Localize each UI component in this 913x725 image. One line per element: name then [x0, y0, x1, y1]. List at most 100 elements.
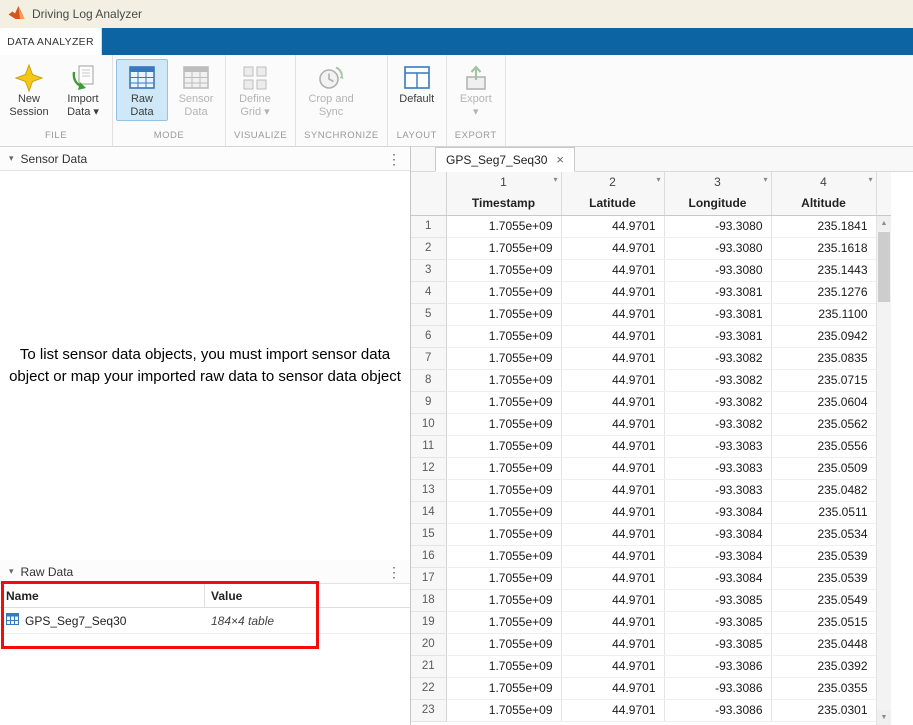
- table-cell[interactable]: 1.7055e+09: [446, 655, 561, 677]
- table-cell[interactable]: 44.9701: [561, 435, 664, 457]
- collapse-arrow-icon[interactable]: ▾: [9, 566, 14, 577]
- table-cell[interactable]: 1.7055e+09: [446, 281, 561, 303]
- table-row[interactable]: 11.7055e+0944.9701-93.3080235.1841: [411, 215, 876, 237]
- row-number[interactable]: 12: [411, 457, 446, 479]
- table-cell[interactable]: -93.3082: [664, 391, 771, 413]
- column-name-timestamp[interactable]: Timestamp: [446, 192, 561, 215]
- table-cell[interactable]: 44.9701: [561, 413, 664, 435]
- table-cell[interactable]: 235.1443: [771, 259, 876, 281]
- export-button[interactable]: Export ▾: [450, 59, 502, 121]
- table-cell[interactable]: -93.3082: [664, 369, 771, 391]
- table-row[interactable]: 171.7055e+0944.9701-93.3084235.0539: [411, 567, 876, 589]
- scrollbar-up-icon[interactable]: ▲: [877, 216, 891, 231]
- row-number[interactable]: 15: [411, 523, 446, 545]
- table-cell[interactable]: 235.0515: [771, 611, 876, 633]
- row-number[interactable]: 7: [411, 347, 446, 369]
- table-cell[interactable]: 1.7055e+09: [446, 633, 561, 655]
- vertical-scrollbar[interactable]: ▲ ▼: [876, 216, 891, 725]
- sensor-data-button[interactable]: Sensor Data: [170, 59, 222, 121]
- table-cell[interactable]: -93.3081: [664, 303, 771, 325]
- table-cell[interactable]: 1.7055e+09: [446, 391, 561, 413]
- table-cell[interactable]: 44.9701: [561, 325, 664, 347]
- column-header-2[interactable]: 2▾: [561, 172, 664, 192]
- table-cell[interactable]: -93.3086: [664, 677, 771, 699]
- table-row[interactable]: 191.7055e+0944.9701-93.3085235.0515: [411, 611, 876, 633]
- table-cell[interactable]: 1.7055e+09: [446, 259, 561, 281]
- table-cell[interactable]: -93.3085: [664, 633, 771, 655]
- document-tab-gps[interactable]: GPS_Seg7_Seq30 ×: [435, 147, 575, 172]
- table-cell[interactable]: 235.0509: [771, 457, 876, 479]
- table-cell[interactable]: -93.3084: [664, 501, 771, 523]
- table-cell[interactable]: 235.1276: [771, 281, 876, 303]
- table-row[interactable]: 141.7055e+0944.9701-93.3084235.0511: [411, 501, 876, 523]
- scrollbar-down-icon[interactable]: ▼: [877, 710, 891, 725]
- row-number[interactable]: 10: [411, 413, 446, 435]
- table-cell[interactable]: 1.7055e+09: [446, 369, 561, 391]
- table-cell[interactable]: 235.0835: [771, 347, 876, 369]
- define-grid-button[interactable]: Define Grid ▾: [229, 59, 281, 121]
- crop-and-sync-button[interactable]: Crop and Sync: [299, 59, 363, 121]
- table-cell[interactable]: 44.9701: [561, 303, 664, 325]
- table-cell[interactable]: 44.9701: [561, 545, 664, 567]
- table-cell[interactable]: 235.0301: [771, 699, 876, 721]
- table-cell[interactable]: 44.9701: [561, 567, 664, 589]
- table-cell[interactable]: 235.0549: [771, 589, 876, 611]
- column-dropdown-icon[interactable]: ▾: [656, 175, 660, 184]
- table-row[interactable]: 131.7055e+0944.9701-93.3083235.0482: [411, 479, 876, 501]
- table-cell[interactable]: 44.9701: [561, 391, 664, 413]
- table-cell[interactable]: 44.9701: [561, 479, 664, 501]
- table-cell[interactable]: 44.9701: [561, 457, 664, 479]
- row-number[interactable]: 18: [411, 589, 446, 611]
- table-cell[interactable]: 1.7055e+09: [446, 501, 561, 523]
- table-cell[interactable]: 1.7055e+09: [446, 303, 561, 325]
- import-data-button[interactable]: Import Data ▾: [57, 59, 109, 121]
- row-number[interactable]: 22: [411, 677, 446, 699]
- table-cell[interactable]: 1.7055e+09: [446, 237, 561, 259]
- table-cell[interactable]: 235.0355: [771, 677, 876, 699]
- table-cell[interactable]: 44.9701: [561, 347, 664, 369]
- table-cell[interactable]: 235.0539: [771, 545, 876, 567]
- table-cell[interactable]: 235.1618: [771, 237, 876, 259]
- table-row[interactable]: 81.7055e+0944.9701-93.3082235.0715: [411, 369, 876, 391]
- table-cell[interactable]: -93.3086: [664, 655, 771, 677]
- panel-menu-icon[interactable]: ⋮: [387, 152, 401, 166]
- row-number[interactable]: 4: [411, 281, 446, 303]
- table-cell[interactable]: 44.9701: [561, 699, 664, 721]
- table-cell[interactable]: -93.3083: [664, 479, 771, 501]
- panel-menu-icon[interactable]: ⋮: [387, 565, 401, 579]
- table-cell[interactable]: 44.9701: [561, 237, 664, 259]
- table-cell[interactable]: 235.1100: [771, 303, 876, 325]
- table-cell[interactable]: 44.9701: [561, 259, 664, 281]
- table-row[interactable]: 201.7055e+0944.9701-93.3085235.0448: [411, 633, 876, 655]
- column-header-3[interactable]: 3▾: [664, 172, 771, 192]
- table-row[interactable]: 211.7055e+0944.9701-93.3086235.0392: [411, 655, 876, 677]
- table-row[interactable]: 161.7055e+0944.9701-93.3084235.0539: [411, 545, 876, 567]
- table-cell[interactable]: 1.7055e+09: [446, 589, 561, 611]
- table-cell[interactable]: 1.7055e+09: [446, 413, 561, 435]
- column-name-altitude[interactable]: Altitude: [771, 192, 876, 215]
- table-cell[interactable]: 235.0604: [771, 391, 876, 413]
- default-layout-button[interactable]: Default: [391, 59, 443, 108]
- row-number[interactable]: 20: [411, 633, 446, 655]
- row-number[interactable]: 8: [411, 369, 446, 391]
- table-cell[interactable]: -93.3080: [664, 259, 771, 281]
- column-dropdown-icon[interactable]: ▾: [868, 175, 872, 184]
- table-cell[interactable]: -93.3080: [664, 215, 771, 237]
- table-cell[interactable]: 1.7055e+09: [446, 699, 561, 721]
- table-row[interactable]: 91.7055e+0944.9701-93.3082235.0604: [411, 391, 876, 413]
- table-cell[interactable]: 44.9701: [561, 633, 664, 655]
- row-number[interactable]: 3: [411, 259, 446, 281]
- row-number[interactable]: 19: [411, 611, 446, 633]
- table-cell[interactable]: 44.9701: [561, 215, 664, 237]
- table-cell[interactable]: -93.3082: [664, 347, 771, 369]
- table-cell[interactable]: 235.0715: [771, 369, 876, 391]
- table-cell[interactable]: -93.3081: [664, 281, 771, 303]
- raw-data-row-gps[interactable]: GPS_Seg7_Seq30 184×4 table: [0, 608, 410, 634]
- raw-data-column-value[interactable]: Value: [205, 589, 410, 603]
- row-number[interactable]: 9: [411, 391, 446, 413]
- table-cell[interactable]: 1.7055e+09: [446, 347, 561, 369]
- table-cell[interactable]: 44.9701: [561, 501, 664, 523]
- table-row[interactable]: 71.7055e+0944.9701-93.3082235.0835: [411, 347, 876, 369]
- table-cell[interactable]: 235.0482: [771, 479, 876, 501]
- row-number[interactable]: 23: [411, 699, 446, 721]
